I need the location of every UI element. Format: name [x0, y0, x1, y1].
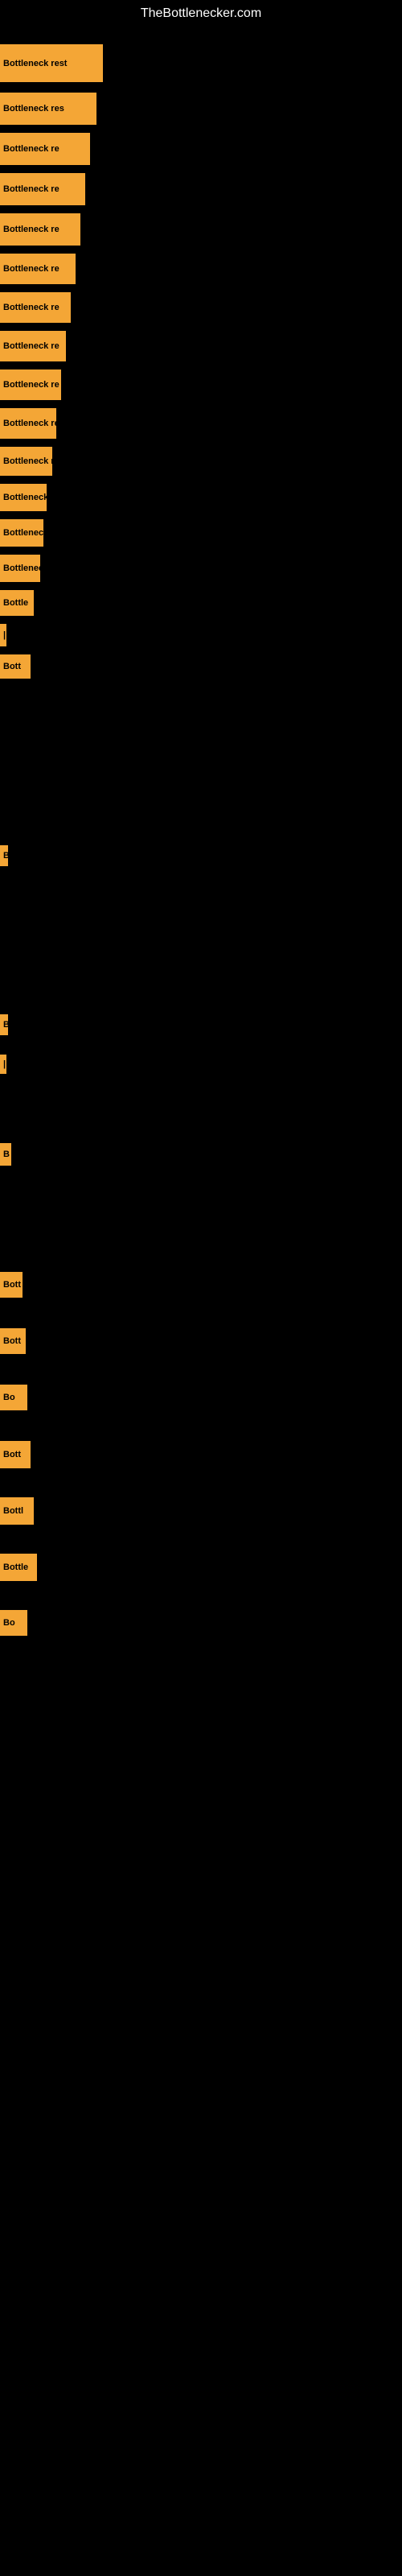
bottleneck-bar-16: |: [0, 624, 6, 646]
bottleneck-bar-2: Bottleneck res: [0, 93, 96, 125]
bottleneck-bar-3: Bottleneck re: [0, 133, 90, 165]
bottleneck-bar-10: Bottleneck re: [0, 408, 56, 439]
bottleneck-bar-12: Bottleneck: [0, 484, 47, 511]
bottleneck-bar-24: Bo: [0, 1385, 27, 1410]
bottleneck-bar-26: Bottl: [0, 1497, 34, 1525]
bottleneck-bar-13: Bottleneck: [0, 519, 43, 547]
bottleneck-bar-9: Bottleneck re: [0, 369, 61, 400]
bottleneck-bar-23: Bott: [0, 1328, 26, 1354]
bottleneck-bar-28: Bo: [0, 1610, 27, 1636]
bottleneck-bar-17: Bott: [0, 654, 31, 679]
bottleneck-bar-19: B: [0, 1014, 8, 1035]
bottleneck-bar-25: Bott: [0, 1441, 31, 1468]
bottleneck-bar-8: Bottleneck re: [0, 331, 66, 361]
bottleneck-bar-6: Bottleneck re: [0, 254, 76, 284]
bottleneck-bar-11: Bottleneck r: [0, 447, 52, 476]
bottleneck-bar-14: Bottleneck: [0, 555, 40, 582]
bottleneck-bar-7: Bottleneck re: [0, 292, 71, 323]
bottleneck-bar-15: Bottle: [0, 590, 34, 616]
bottleneck-bar-18: B: [0, 845, 8, 866]
bottleneck-bar-5: Bottleneck re: [0, 213, 80, 246]
bottleneck-bar-22: Bott: [0, 1272, 23, 1298]
bottleneck-bar-4: Bottleneck re: [0, 173, 85, 205]
bottleneck-bar-21: B: [0, 1143, 11, 1166]
site-title: TheBottlenecker.com: [0, 0, 402, 27]
bottleneck-bar-1: Bottleneck rest: [0, 44, 103, 82]
bottleneck-bar-20: |: [0, 1055, 6, 1074]
bottleneck-bar-27: Bottle: [0, 1554, 37, 1581]
